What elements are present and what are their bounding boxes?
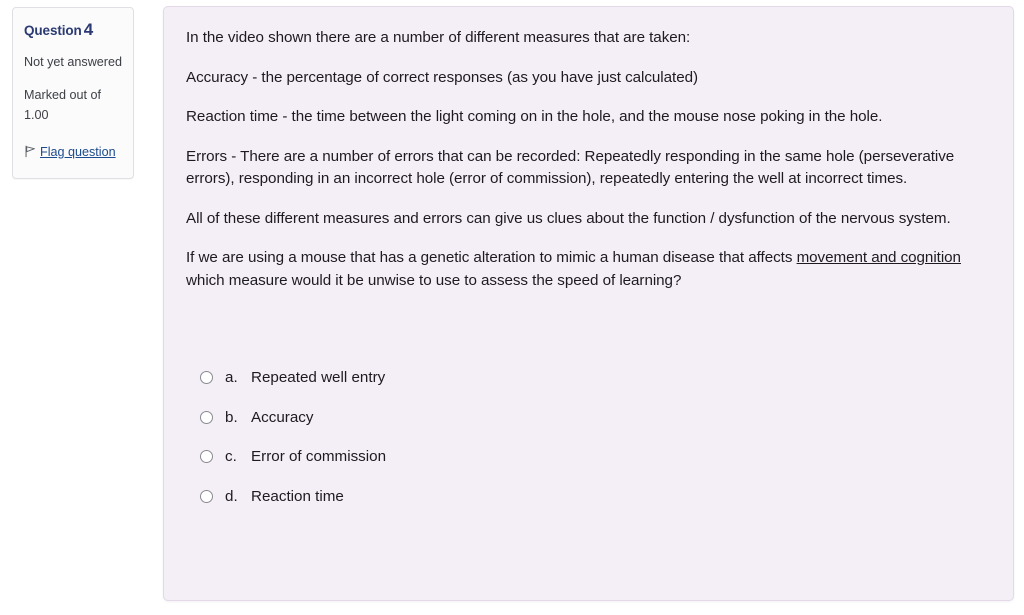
answer-key-c: c. [225,448,237,466]
question-info-panel: Question 4 Not yet answered Marked out of… [12,7,134,180]
answer-label-a[interactable]: Repeated well entry [251,369,385,386]
flag-question-row[interactable]: Flag question [24,139,122,165]
answer-key-d: d. [225,488,238,506]
answer-label-c[interactable]: Error of commission [251,448,386,465]
answer-option-a[interactable]: a. Repeated well entry [200,358,991,398]
answer-option-d[interactable]: d. Reaction time [200,477,991,517]
prompt-lead: If we are using a mouse that has a genet… [186,249,797,266]
answer-option-c[interactable]: c. Error of commission [200,437,991,477]
question-state: Not yet answered [24,55,123,70]
paragraph-summary: All of these different measures and erro… [186,209,951,227]
prompt-underlined-phrase: movement and cognition [796,249,961,266]
question-number: 4 [83,20,94,39]
answer-key-b: b. [225,408,238,426]
prompt-tail: which measure would it be unwise to use … [186,271,682,289]
question-heading: Question 4 [24,20,122,40]
flag-icon [24,141,37,157]
paragraph-prompt: If we are using a mouse that has a genet… [186,247,991,292]
paragraph-accuracy: Accuracy - the percentage of correct res… [186,68,698,86]
question-word: Question [24,23,82,38]
question-content-panel: In the video shown there are a number of… [163,6,1014,601]
answer-option-b[interactable]: b. Accuracy [200,398,991,438]
answer-label-b[interactable]: Accuracy [251,409,313,426]
paragraph-errors: Errors - There are a number of errors th… [186,147,955,188]
answer-key-a: a. [225,369,238,387]
radio-button-c[interactable] [200,450,213,464]
radio-button-b[interactable] [200,410,213,424]
flag-question-link[interactable]: Flag question [40,145,116,159]
question-text: In the video shown there are a number of… [186,27,991,292]
radio-button-a[interactable] [200,371,213,385]
paragraph-intro: In the video shown there are a number of… [186,29,691,46]
answer-label-d[interactable]: Reaction time [251,488,344,505]
quiz-question-page: Question 4 Not yet answered Marked out of… [0,0,1024,615]
paragraph-reaction-time: Reaction time - the time between the lig… [186,108,883,125]
question-marks: Marked out of 1.00 [24,87,102,123]
answer-options-list: a. Repeated well entry b. Accuracy c. Er… [186,358,991,516]
radio-button-d[interactable] [200,490,213,504]
